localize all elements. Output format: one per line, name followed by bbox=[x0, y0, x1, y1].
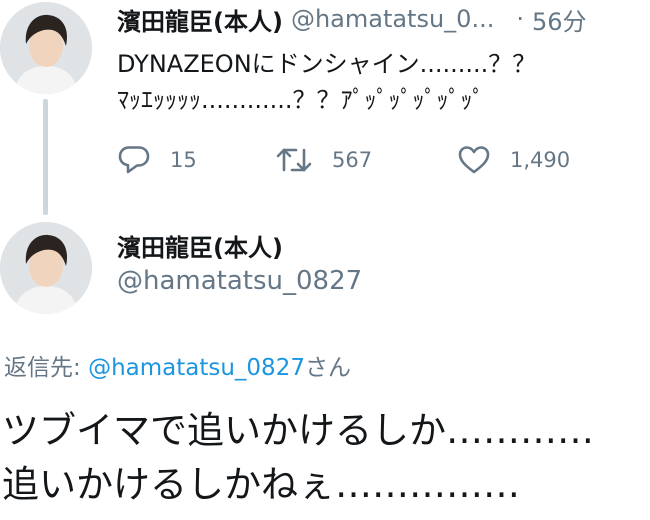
avatar-main[interactable] bbox=[0, 222, 92, 314]
main-tweet-text-line2: 追いかけるしかねぇ…………… bbox=[2, 463, 520, 506]
like-count: 1,490 bbox=[510, 148, 571, 172]
reply-icon bbox=[118, 145, 150, 175]
reply-to-mention[interactable]: @hamatatsu_0827 bbox=[88, 355, 305, 381]
author-handle[interactable]: @hamatatsu_0... bbox=[291, 5, 494, 33]
retweet-button[interactable]: 567 bbox=[276, 140, 372, 180]
main-author-handle[interactable]: @hamatatsu_0827 bbox=[117, 266, 362, 296]
reply-to-prefix: 返信先: bbox=[4, 355, 89, 381]
reply-count: 15 bbox=[170, 148, 197, 172]
tweet-text: DYNAZEONにドンシャイン.........？？ ﾏｯｴｯｯｯｯ......… bbox=[117, 46, 642, 118]
like-icon bbox=[458, 145, 490, 175]
tweet-text-line1: DYNAZEONにドンシャイン.........？？ bbox=[117, 50, 537, 78]
thread-line bbox=[43, 99, 48, 215]
main-author-name[interactable]: 濱田龍臣(本人) bbox=[117, 228, 283, 263]
main-tweet-text: ツブイマで追いかけるしか………… 追いかけるしかねぇ…………… bbox=[2, 404, 648, 512]
like-button[interactable]: 1,490 bbox=[458, 140, 570, 180]
tweet-time[interactable]: 56分 bbox=[532, 2, 587, 37]
retweet-count: 567 bbox=[332, 148, 373, 172]
reply-button[interactable]: 15 bbox=[118, 140, 197, 180]
tweet-header: 濱田龍臣(本人) @hamatatsu_0... · 56分 bbox=[117, 2, 642, 36]
avatar[interactable] bbox=[0, 2, 92, 94]
separator-dot: · bbox=[516, 5, 524, 33]
retweet-icon bbox=[276, 145, 312, 175]
author-name[interactable]: 濱田龍臣(本人) bbox=[117, 2, 283, 37]
tweet-text-line2: ﾏｯｴｯｯｯｯ............？？ｱﾟｯﾟｯﾟｯﾟｯﾟｯﾟ bbox=[117, 86, 485, 114]
main-tweet-text-line1: ツブイマで追いかけるしか………… bbox=[2, 409, 594, 452]
reply-to-suffix: さん bbox=[304, 355, 351, 381]
reply-to-line: 返信先: @hamatatsu_0827さん bbox=[4, 348, 351, 382]
